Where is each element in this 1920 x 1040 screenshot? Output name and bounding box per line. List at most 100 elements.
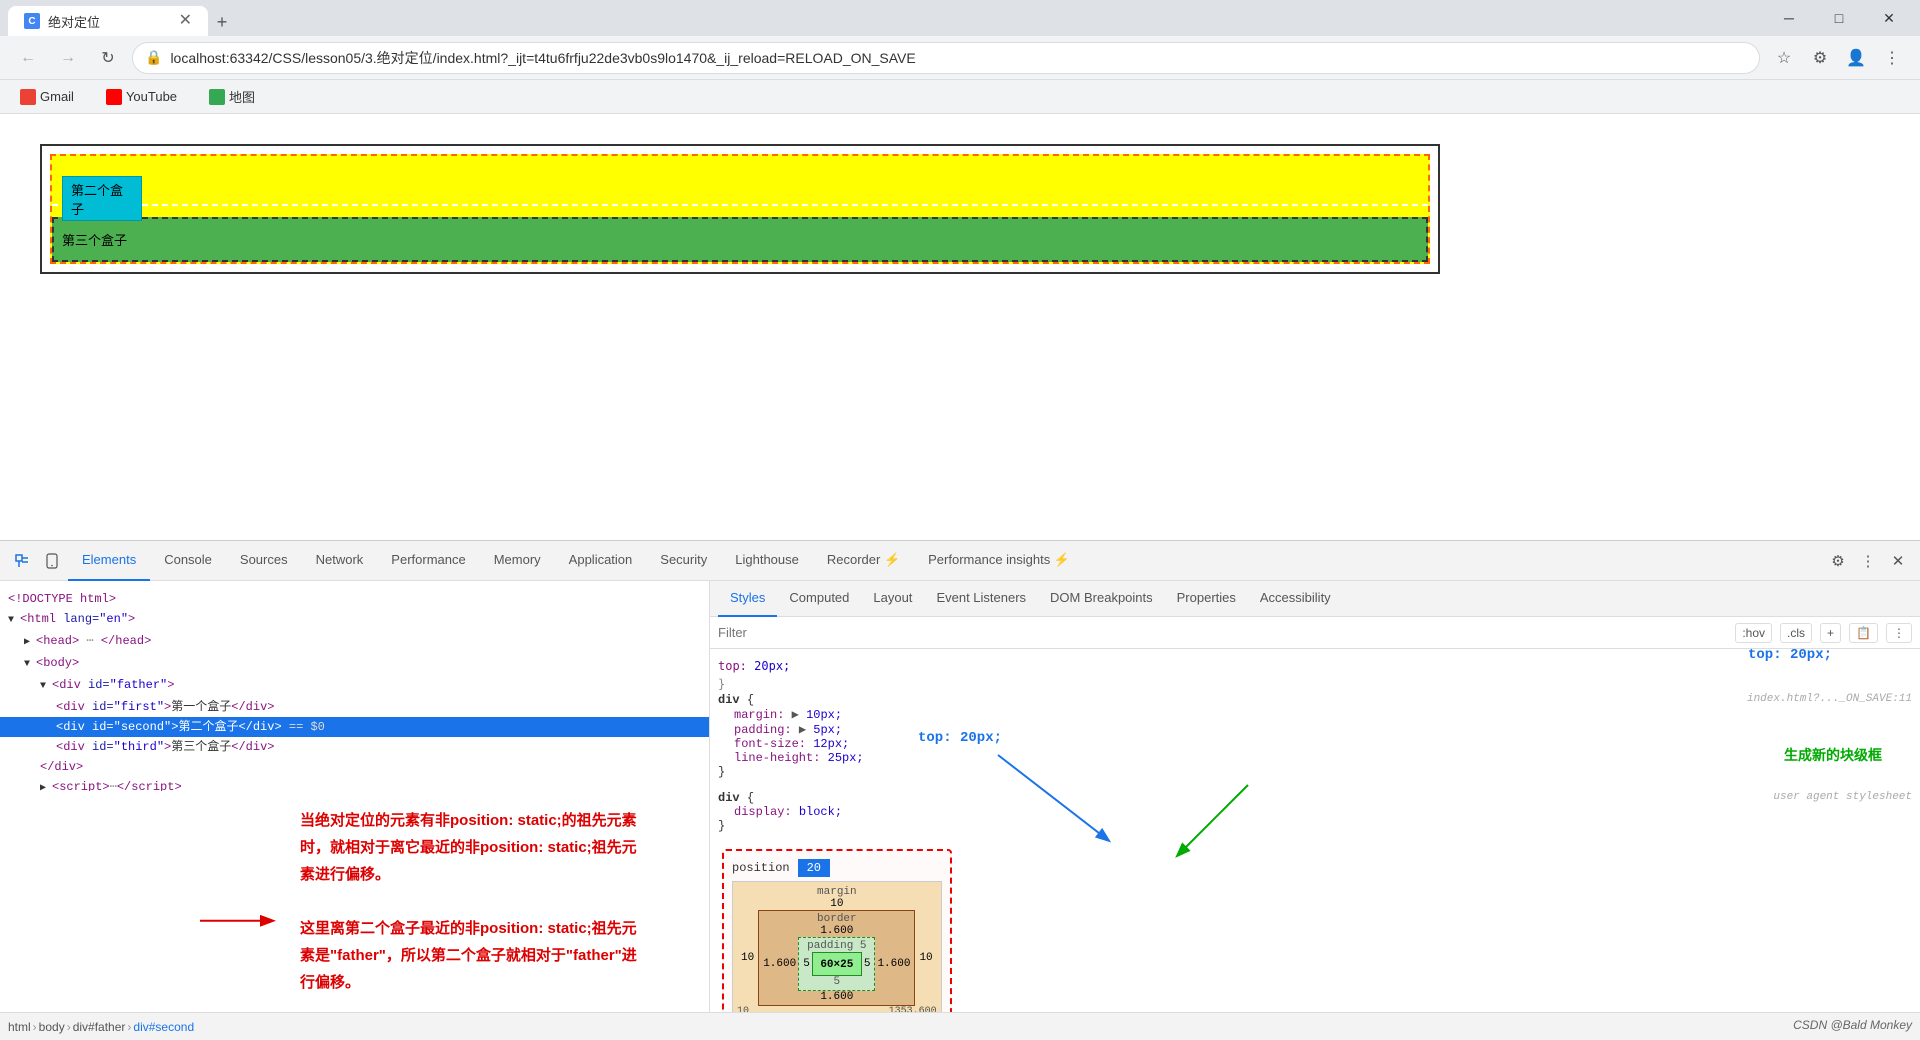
map-favicon xyxy=(209,89,225,105)
border-right-val: 1.600 xyxy=(875,958,912,970)
filter-input[interactable] xyxy=(718,625,1727,640)
triangle-body[interactable] xyxy=(24,654,36,674)
minimize-button[interactable]: ─ xyxy=(1766,2,1812,34)
border-left-val: 1.600 xyxy=(761,958,798,970)
youtube-favicon xyxy=(106,89,122,105)
tab-title: 绝对定位 xyxy=(48,12,171,31)
triangle-script[interactable] xyxy=(40,778,52,791)
window-controls: ─ □ ✕ xyxy=(1766,2,1912,34)
tab-close-icon[interactable]: ✕ xyxy=(179,13,192,29)
gmail-label: Gmail xyxy=(40,89,74,104)
browser-tab[interactable]: C 绝对定位 ✕ xyxy=(8,6,208,36)
browser-window: C 绝对定位 ✕ + ─ □ ✕ ← → ↻ 🔒 localhost:63342… xyxy=(0,0,1920,1040)
tab-application[interactable]: Application xyxy=(555,541,647,581)
html-line-second[interactable]: <div id="second">第二个盒子</div> == $0 xyxy=(0,717,709,737)
tab-elements[interactable]: Elements xyxy=(68,541,150,581)
address-actions: ☆ ⚙ 👤 ⋮ xyxy=(1768,42,1908,74)
address-input-wrap[interactable]: 🔒 localhost:63342/CSS/lesson05/3.绝对定位/in… xyxy=(132,42,1760,74)
css-prop-line-height: line-height: 25px; xyxy=(718,751,1912,765)
box-model-section: top: 20px; 生成新的块级框 position 20 xyxy=(718,845,1912,1012)
breadcrumb-html[interactable]: html xyxy=(8,1020,31,1034)
styles-filter: :hov .cls + 📋 ⋮ xyxy=(710,617,1920,649)
more-styles-icon[interactable]: ⋮ xyxy=(1886,623,1912,643)
left-outer-num: 10 xyxy=(737,1006,749,1012)
position-value: 20 xyxy=(798,859,830,877)
devtools-status: html › body › div#father › div#second CS… xyxy=(0,1012,1920,1040)
breadcrumb-second[interactable]: div#second xyxy=(133,1020,194,1034)
box-model-container: position 20 margin 10 10 xyxy=(722,849,952,1012)
triangle-father[interactable] xyxy=(40,676,52,696)
copy-styles-icon[interactable]: 📋 xyxy=(1849,623,1878,643)
forward-button[interactable]: → xyxy=(52,42,84,74)
border-row: 1.600 padding 5 5 xyxy=(761,937,912,991)
top-label: top: 20px; xyxy=(1748,649,1832,663)
padding-row: 5 60×25 5 xyxy=(801,952,872,976)
tab-network[interactable]: Network xyxy=(302,541,378,581)
watermark: CSDN @Bald Monkey xyxy=(1793,1018,1912,1032)
styles-tab-computed[interactable]: Computed xyxy=(777,581,861,617)
reload-button[interactable]: ↻ xyxy=(92,42,124,74)
html-line-father-close: </div> xyxy=(0,757,709,777)
hov-button[interactable]: :hov xyxy=(1735,623,1772,643)
margin-left-val: 10 xyxy=(737,952,758,964)
bookmark-youtube[interactable]: YouTube xyxy=(98,85,185,109)
css-rule-div-1: div { index.html?..._ON_SAVE:11 margin: … xyxy=(718,693,1912,779)
tab-performance-insights[interactable]: Performance insights ⚡ xyxy=(914,541,1084,581)
devtools-close-icon[interactable]: ✕ xyxy=(1884,547,1912,575)
inspect-element-icon[interactable] xyxy=(8,547,36,575)
demo-area: 第二个盒子 第三个盒子 xyxy=(0,114,1920,304)
css-source-1: index.html?..._ON_SAVE:11 xyxy=(1747,693,1912,705)
styles-tab-dom-breakpoints[interactable]: DOM Breakpoints xyxy=(1038,581,1165,617)
styles-content: top: 20px; } top: 20px; div { index.html… xyxy=(710,649,1920,1012)
html-line-head: <head> ⋯ </head> xyxy=(0,631,709,653)
breadcrumb-body[interactable]: body xyxy=(39,1020,65,1034)
position-row: position 20 xyxy=(732,859,942,877)
tab-recorder[interactable]: Recorder ⚡ xyxy=(813,541,914,581)
tab-console[interactable]: Console xyxy=(150,541,226,581)
extension-icon[interactable]: ⚙ xyxy=(1804,42,1836,74)
border-label: border xyxy=(761,913,912,925)
bookmarks-bar: Gmail YouTube 地图 xyxy=(0,80,1920,114)
box-model-outer: margin 10 10 border 1.600 1. xyxy=(732,881,942,1012)
devtools-tabs: Elements Console Sources Network Perform… xyxy=(68,541,1822,581)
settings-icon[interactable]: ⚙ xyxy=(1824,547,1852,575)
profile-icon[interactable]: 👤 xyxy=(1840,42,1872,74)
gmail-favicon xyxy=(20,89,36,105)
bookmark-gmail[interactable]: Gmail xyxy=(12,85,82,109)
box-first-label: 第二个盒子 xyxy=(71,180,133,218)
styles-panel: Styles Computed Layout Event Listeners D… xyxy=(710,581,1920,1012)
bookmark-star-icon[interactable]: ☆ xyxy=(1768,42,1800,74)
devtools-more-icon[interactable]: ⋮ xyxy=(1854,547,1882,575)
styles-tab-event-listeners[interactable]: Event Listeners xyxy=(924,581,1038,617)
styles-tab-properties[interactable]: Properties xyxy=(1165,581,1248,617)
new-tab-button[interactable]: + xyxy=(208,8,236,36)
add-style-button[interactable]: + xyxy=(1820,623,1841,643)
margin-right-val: 10 xyxy=(915,952,936,964)
styles-tab-layout[interactable]: Layout xyxy=(861,581,924,617)
triangle-html[interactable] xyxy=(8,610,20,630)
css-prop-margin: margin: ▶ 10px; xyxy=(718,707,1912,722)
back-button[interactable]: ← xyxy=(12,42,44,74)
pad-right-val: 5 xyxy=(862,958,873,970)
triangle-head[interactable] xyxy=(24,632,36,652)
tab-memory[interactable]: Memory xyxy=(480,541,555,581)
styles-tab-styles[interactable]: Styles xyxy=(718,581,777,617)
cls-button[interactable]: .cls xyxy=(1780,623,1812,643)
bookmark-map[interactable]: 地图 xyxy=(201,83,263,110)
maximize-button[interactable]: □ xyxy=(1816,2,1862,34)
tab-security[interactable]: Security xyxy=(646,541,721,581)
tab-lighthouse[interactable]: Lighthouse xyxy=(721,541,813,581)
css-source-2: user agent stylesheet xyxy=(1773,791,1912,803)
elements-content: <!DOCTYPE html> <html lang="en"> <head> … xyxy=(0,581,709,791)
device-toolbar-icon[interactable] xyxy=(38,547,66,575)
tab-performance[interactable]: Performance xyxy=(377,541,479,581)
box-third-label: 第三个盒子 xyxy=(62,230,127,249)
tab-sources[interactable]: Sources xyxy=(226,541,302,581)
content-size: 60×25 xyxy=(820,959,853,971)
styles-tab-accessibility[interactable]: Accessibility xyxy=(1248,581,1343,617)
menu-icon[interactable]: ⋮ xyxy=(1876,42,1908,74)
breadcrumb-father[interactable]: div#father xyxy=(73,1020,126,1034)
annotation-area: 当绝对定位的元素有非position: static;的祖先元素 时，就相对于离… xyxy=(0,791,709,1012)
close-button[interactable]: ✕ xyxy=(1866,2,1912,34)
youtube-label: YouTube xyxy=(126,89,177,104)
